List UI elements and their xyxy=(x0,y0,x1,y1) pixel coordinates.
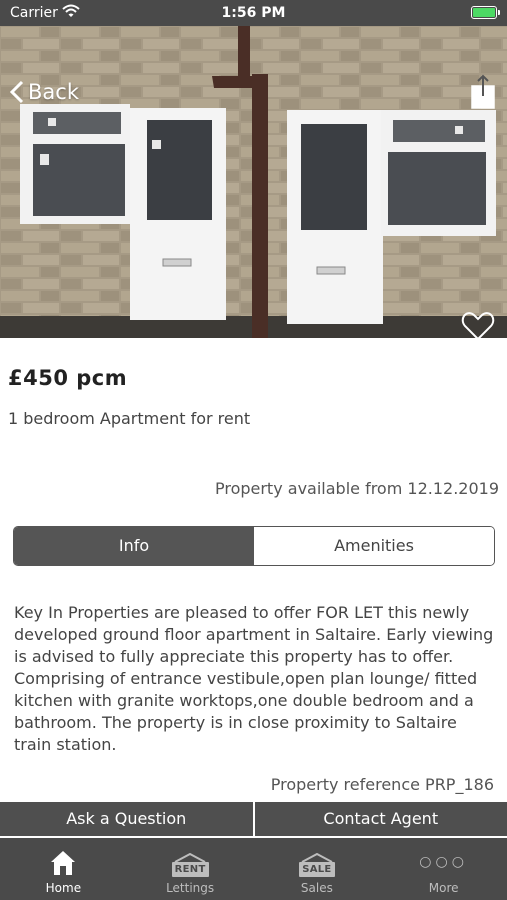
tab-bar: Home RENT Lettings SALE Sales ○○○ More xyxy=(0,838,507,900)
tab-more[interactable]: ○○○ More xyxy=(380,838,507,900)
ask-question-button[interactable]: Ask a Question xyxy=(0,802,253,836)
sale-sign-icon: SALE xyxy=(299,853,335,877)
contact-agent-button[interactable]: Contact Agent xyxy=(254,802,507,836)
action-bar: Ask a Question Contact Agent xyxy=(0,802,507,836)
availability-date: Property available from 12.12.2019 xyxy=(214,479,499,498)
sale-sign-text: SALE xyxy=(299,862,335,877)
price: £450 pcm xyxy=(8,366,128,390)
property-subtitle: 1 bedroom Apartment for rent xyxy=(8,409,251,428)
heart-icon[interactable] xyxy=(461,310,495,338)
tab-sales[interactable]: SALE Sales xyxy=(254,838,381,900)
tab-home-label: Home xyxy=(45,881,82,895)
more-icon: ○○○ xyxy=(419,854,468,870)
battery-icon xyxy=(471,6,500,19)
status-bar: Carrier 1:56 PM xyxy=(0,0,507,26)
info-tabs: Info Amenities xyxy=(13,526,495,566)
clock: 1:56 PM xyxy=(221,5,286,21)
tab-amenities[interactable]: Amenities xyxy=(254,527,494,565)
share-icon[interactable] xyxy=(471,74,495,110)
rent-sign-icon: RENT xyxy=(171,853,209,877)
property-description: Key In Properties are pleased to offer F… xyxy=(14,603,494,754)
tab-info[interactable]: Info xyxy=(14,527,254,565)
property-reference: Property reference PRP_186 xyxy=(270,775,494,794)
tab-more-label: More xyxy=(428,881,459,895)
home-icon xyxy=(51,851,76,875)
tab-lettings[interactable]: RENT Lettings xyxy=(127,838,254,900)
back-button[interactable]: Back xyxy=(10,80,79,104)
tab-sales-label: Sales xyxy=(300,881,333,895)
rent-sign-text: RENT xyxy=(171,862,209,877)
tab-lettings-label: Lettings xyxy=(166,881,215,895)
back-label: Back xyxy=(28,80,79,104)
tab-home[interactable]: Home xyxy=(0,838,127,900)
chevron-left-icon xyxy=(10,80,24,104)
property-photo: Back xyxy=(0,26,507,338)
